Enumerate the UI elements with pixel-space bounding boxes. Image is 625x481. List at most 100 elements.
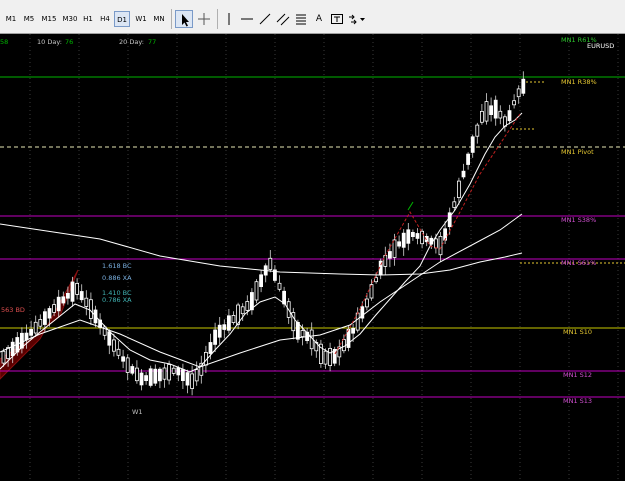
candle-body: [29, 328, 34, 336]
overlay-partial-value: 58: [0, 38, 9, 46]
pattern-label-left: 563 BD: [1, 306, 25, 314]
candlestick-plot: [0, 34, 625, 481]
candle-body: [475, 124, 480, 137]
candle-body: [512, 100, 516, 106]
candle-body: [43, 311, 47, 325]
cursor-tool-button[interactable]: [175, 10, 193, 28]
candle-body: [121, 356, 125, 362]
candle-body: [341, 339, 346, 352]
candle-body: [364, 298, 369, 308]
candle-body: [456, 180, 461, 199]
candle-body: [484, 101, 489, 122]
text-label-icon: [331, 14, 343, 24]
text-tool-label: A: [315, 14, 323, 24]
candle-body: [125, 357, 130, 373]
pattern-label-0886xa: 0.886 XA: [102, 274, 132, 282]
timeframe-h1[interactable]: H1: [80, 11, 96, 27]
candle-body: [410, 231, 415, 237]
candle-body: [479, 111, 484, 123]
candle-body: [134, 367, 139, 382]
candle-body: [144, 375, 149, 382]
candle-body: [213, 329, 218, 345]
candle-body: [351, 327, 356, 334]
candle-body: [171, 367, 176, 374]
vertical-line-tool-button[interactable]: [220, 10, 238, 28]
candle-body: [374, 277, 379, 283]
candle-body: [387, 251, 392, 259]
candle-body: [397, 241, 402, 247]
candle-body: [167, 364, 172, 381]
w1-label: W1: [132, 408, 143, 416]
timeframe-h4[interactable]: H4: [97, 11, 113, 27]
pattern-label-1618bc: 1.618 BC: [102, 262, 132, 270]
price-chart[interactable]: 58 10 Day: 76 20 Day: 77 EURUSD MN1 R61%…: [0, 34, 625, 481]
trend-arrow-green: [407, 201, 414, 211]
timeframe-mn[interactable]: MN: [151, 11, 167, 27]
candle-body: [75, 282, 79, 295]
candle-body: [66, 292, 70, 299]
mn1-s10-label: MN1 S10: [563, 328, 593, 336]
text-tool-button[interactable]: A: [310, 10, 328, 28]
candle-body: [153, 368, 158, 384]
candle-body: [180, 369, 185, 382]
candle-body: [438, 235, 443, 256]
candle-body: [130, 366, 135, 374]
candle-body: [148, 368, 153, 386]
timeframe-w1[interactable]: W1: [133, 11, 149, 27]
text-label-tool-button[interactable]: [328, 10, 346, 28]
candle-body: [282, 290, 287, 305]
crosshair-tool-button[interactable]: [195, 10, 213, 28]
arrows-icon: [349, 14, 365, 25]
candle-body: [268, 257, 273, 271]
timeframe-m1[interactable]: M1: [3, 11, 19, 27]
candle-body: [10, 341, 15, 357]
candle-body: [157, 368, 162, 382]
candle-body: [355, 312, 360, 331]
candle-body: [222, 324, 227, 330]
candle-body: [139, 372, 144, 386]
crosshair-icon: [198, 13, 210, 25]
timeframe-m15[interactable]: M15: [39, 11, 59, 27]
candle-body: [226, 315, 231, 331]
candle-body: [162, 367, 167, 380]
timeframe-m5[interactable]: M5: [21, 11, 37, 27]
horizontal-line-tool-button[interactable]: [238, 10, 256, 28]
candle-body: [507, 110, 512, 122]
channel-tool-button[interactable]: [274, 10, 292, 28]
candle-body: [498, 110, 503, 119]
arrows-dropdown-button[interactable]: [346, 10, 368, 28]
candle-body: [89, 299, 93, 319]
candle-body: [433, 238, 438, 249]
candle-body: [38, 319, 43, 327]
candle-body: [392, 239, 397, 258]
candle-body: [208, 342, 213, 354]
candle-body: [461, 170, 466, 178]
chevron-down-icon: [360, 18, 365, 21]
mn1-s13-label: MN1 S13: [563, 397, 593, 405]
candle-body: [56, 296, 61, 312]
trendline-tool-button[interactable]: [256, 10, 274, 28]
candle-body: [217, 324, 222, 338]
candle-body: [47, 308, 52, 319]
mn1-s12-label: MN1 S12: [563, 371, 593, 379]
candle-body: [79, 291, 84, 301]
timeframe-m30[interactable]: M30: [60, 11, 80, 27]
vertical-line-icon: [228, 13, 230, 25]
candle-body: [52, 304, 56, 313]
toolbar-separator: [171, 9, 172, 29]
candle-body: [24, 332, 29, 341]
candle-body: [116, 348, 121, 356]
candle-body: [452, 201, 457, 208]
candle-body: [245, 301, 250, 311]
candle-body: [521, 78, 526, 94]
mn1-pivot-label: MN1 Pivot: [561, 148, 594, 156]
mn1-s61-label: MN1 S61%: [561, 259, 597, 267]
mn1-s38-label: MN1 S38%: [561, 216, 597, 224]
candle-body: [70, 281, 75, 302]
fibonacci-tool-button[interactable]: [292, 10, 310, 28]
candle-body: [107, 331, 112, 346]
chart-toolbar: M1 M5 M15 M30 H1 H4 D1 W1 MN A: [0, 0, 625, 34]
timeframe-d1[interactable]: D1: [114, 11, 130, 27]
mn1-r61-label: MN1 R61%: [561, 36, 597, 44]
cursor-icon: [182, 14, 189, 27]
